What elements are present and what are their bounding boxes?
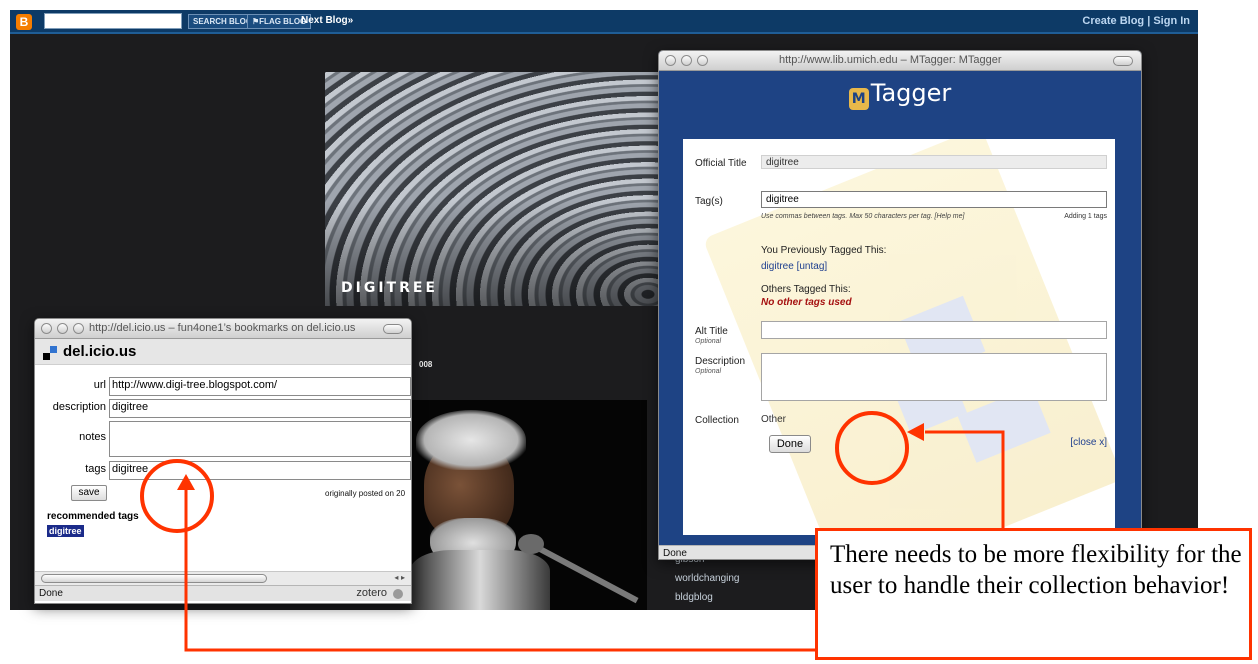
tags-label: tags <box>85 463 106 475</box>
description-label-group: Description Optional <box>695 355 745 375</box>
recommended-tags-heading: recommended tags <box>47 511 139 522</box>
post-date-fragment: 008 <box>419 360 433 369</box>
horizontal-scrollbar[interactable]: ◂ ▸ <box>35 571 411 585</box>
delicious-brand: del.icio.us <box>63 343 137 360</box>
close-window-icon[interactable] <box>665 55 676 66</box>
callout-text: There needs to be more flexibility for t… <box>830 541 1242 599</box>
minimize-window-icon[interactable] <box>57 323 68 334</box>
mtagger-form-panel: Official Title digitree Tag(s) digitree … <box>683 139 1115 535</box>
collection-label: Collection <box>695 415 739 426</box>
recommended-tag-chip[interactable]: digitree <box>47 525 84 537</box>
tags-input[interactable]: digitree <box>761 191 1107 208</box>
previous-tag-link[interactable]: digitree <box>761 261 794 272</box>
collection-value: Other <box>761 414 787 425</box>
minimize-window-icon[interactable] <box>681 55 692 66</box>
toolbar-toggle-icon[interactable] <box>1113 56 1133 66</box>
mtagger-logo-icon: M <box>848 88 869 110</box>
mtagger-brand: M Tagger <box>659 79 1141 110</box>
navbar-search-input[interactable] <box>44 13 182 29</box>
untag-link[interactable]: [untag] <box>797 261 828 272</box>
blog-header-photo: DIGITREE <box>325 72 665 306</box>
delicious-statusbar: Done zotero <box>35 585 411 601</box>
close-window-icon[interactable] <box>41 323 52 334</box>
save-button[interactable]: save <box>71 485 107 501</box>
blogger-navbar: B SEARCH BLOG ⚑FLAG BLOG Next Blog» Crea… <box>10 10 1198 34</box>
blog-title[interactable]: DIGITREE <box>341 280 438 296</box>
zotero-button[interactable]: zotero <box>356 587 387 599</box>
mtagger-brand-text: Tagger <box>870 79 952 107</box>
description-field[interactable]: digitree <box>109 399 411 418</box>
done-button[interactable]: Done <box>769 435 811 453</box>
alt-title-label: Alt Title <box>695 326 728 337</box>
mtagger-window: http://www.lib.umich.edu – MTagger: MTag… <box>658 50 1142 560</box>
notes-label: notes <box>79 431 106 443</box>
alt-title-input[interactable] <box>761 321 1107 339</box>
delicious-header: del.icio.us <box>35 339 411 365</box>
optional-note: Optional <box>695 338 722 345</box>
status-text: Done <box>39 588 63 599</box>
toolbar-toggle-icon[interactable] <box>383 324 403 334</box>
next-blog-link[interactable]: Next Blog» <box>301 15 353 26</box>
originally-posted-text: originally posted on 20 <box>325 489 406 498</box>
mtagger-window-title: http://www.lib.umich.edu – MTagger: MTag… <box>779 54 1002 66</box>
tags-hint: Use commas between tags. Max 50 characte… <box>761 213 965 220</box>
blogger-logo-icon[interactable]: B <box>16 14 32 30</box>
annotation-callout: There needs to be more flexibility for t… <box>815 528 1252 660</box>
scrollbar-thumb[interactable] <box>41 574 267 583</box>
previously-tagged-heading: You Previously Tagged This: <box>761 245 887 256</box>
scroll-arrows-icon[interactable]: ◂ ▸ <box>394 573 405 582</box>
mtagger-titlebar[interactable]: http://www.lib.umich.edu – MTagger: MTag… <box>659 51 1141 71</box>
close-link[interactable]: [close x] <box>1070 437 1107 448</box>
create-blog-sign-in-links[interactable]: Create Blog | Sign In <box>1082 15 1190 27</box>
delicious-window: http://del.icio.us – fun4one1’s bookmark… <box>34 318 412 604</box>
description-label: description <box>52 401 106 413</box>
status-text: Done <box>663 548 687 559</box>
others-tagged-heading: Others Tagged This: <box>761 284 851 295</box>
zotero-gear-icon[interactable] <box>393 589 403 599</box>
zoom-window-icon[interactable] <box>697 55 708 66</box>
previous-tag-row: digitree [untag] <box>761 261 827 272</box>
notes-field[interactable] <box>109 421 411 457</box>
tags-count: Adding 1 tags <box>1064 213 1107 220</box>
delicious-logo-icon <box>43 346 57 360</box>
zoom-window-icon[interactable] <box>73 323 84 334</box>
optional-note: Optional <box>695 368 722 375</box>
delicious-titlebar[interactable]: http://del.icio.us – fun4one1’s bookmark… <box>35 319 411 339</box>
description-textarea[interactable] <box>761 353 1107 401</box>
tags-label: Tag(s) <box>695 196 723 207</box>
no-other-tags-text: No other tags used <box>761 297 852 308</box>
url-field[interactable]: http://www.digi-tree.blogspot.com/ <box>109 377 411 396</box>
sidebar-link[interactable]: worldchanging <box>675 569 740 588</box>
delicious-window-title: http://del.icio.us – fun4one1’s bookmark… <box>89 322 356 334</box>
official-title-field: digitree <box>761 155 1107 169</box>
post-photo <box>410 400 647 610</box>
url-label: url <box>93 379 106 391</box>
official-title-label: Official Title <box>695 158 747 169</box>
tags-field[interactable]: digitree <box>109 461 411 480</box>
sidebar-link[interactable]: bldgblog <box>675 588 740 607</box>
description-label: Description <box>695 356 746 367</box>
alt-title-label-group: Alt Title Optional <box>695 325 728 345</box>
